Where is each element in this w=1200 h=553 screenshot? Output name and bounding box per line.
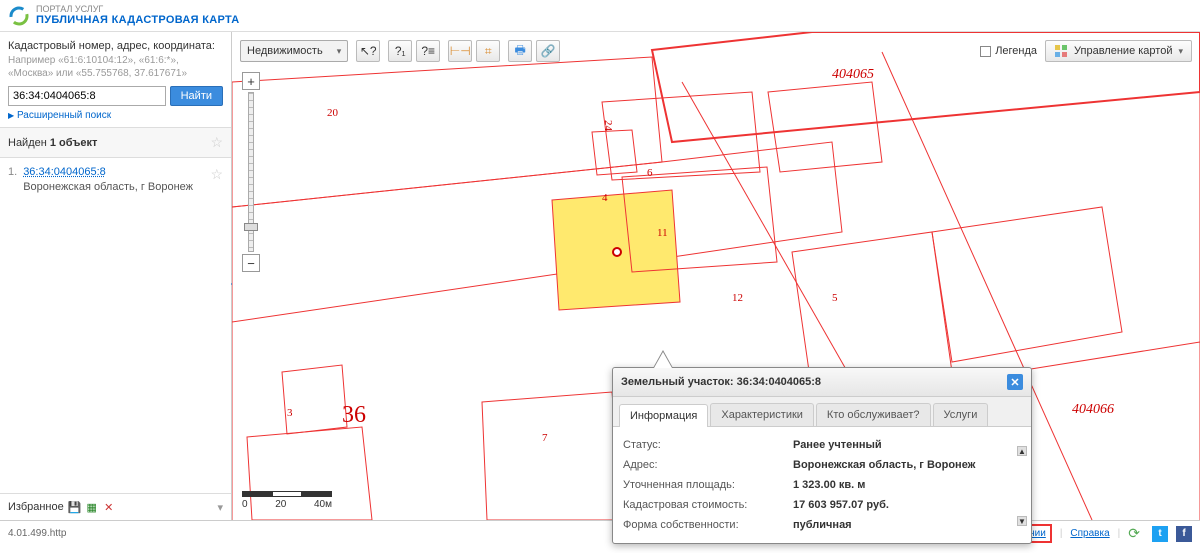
favorites-bar: Избранное 💾 ▦ ✕ ▾: [0, 493, 231, 520]
save-icon[interactable]: 💾: [68, 500, 82, 514]
tab-characteristics[interactable]: Характеристики: [710, 403, 814, 426]
chevron-down-icon: ▾: [1178, 46, 1183, 57]
measure-length-icon[interactable]: ⊢⊣: [448, 40, 472, 62]
favorites-label: Избранное: [8, 501, 64, 513]
logo[interactable]: ПОРТАЛ УСЛУГ ПУБЛИЧНАЯ КАДАСТРОВАЯ КАРТА: [8, 5, 240, 27]
checkbox-icon: [980, 46, 991, 57]
scroll-up-icon[interactable]: ▲: [1017, 446, 1027, 456]
export-excel-icon[interactable]: ▦: [85, 500, 99, 514]
logo-icon: [8, 5, 30, 27]
parcel-label: 11: [657, 227, 668, 239]
parcel-label: 12: [732, 292, 743, 304]
star-icon[interactable]: ☆: [210, 166, 223, 193]
map-viewport[interactable]: 36 404065 404066 34 20 3 4 24 6 11 7 12 …: [232, 32, 1200, 520]
result-address: Воронежская область, г Воронеж: [23, 181, 204, 193]
result-item[interactable]: 1. 36:34:0404065:8 Воронежская область, …: [8, 166, 223, 193]
popup-body[interactable]: Статус:Ранее учтенный Адрес:Воронежская …: [613, 427, 1031, 543]
link-icon[interactable]: 🔗: [536, 40, 560, 62]
zoom-out-button[interactable]: −: [242, 254, 260, 272]
block-label: 404065: [832, 67, 874, 83]
result-number: 1.: [8, 166, 17, 193]
delete-icon[interactable]: ✕: [102, 500, 116, 514]
star-icon[interactable]: ☆: [210, 134, 223, 151]
search-input[interactable]: [8, 86, 166, 106]
layers-icon: [1054, 44, 1068, 58]
app-header: ПОРТАЛ УСЛУГ ПУБЛИЧНАЯ КАДАСТРОВАЯ КАРТА: [0, 0, 1200, 32]
measure-area-icon[interactable]: ⌗: [476, 40, 500, 62]
footer-link-help[interactable]: Справка: [1070, 528, 1109, 539]
scale-bar: 0 20 40м: [242, 491, 332, 510]
parcel-label: 3: [287, 407, 293, 419]
parcel-label: 7: [542, 432, 548, 444]
parcel-label: 5: [832, 292, 838, 304]
popup-title: Земельный участок: 36:34:0404065:8: [621, 376, 821, 388]
search-hint: Например «61:6:10104:12», «61:6:*», «Мос…: [8, 54, 223, 80]
twitter-icon[interactable]: t: [1152, 526, 1168, 542]
info-list-tool-icon[interactable]: ?≡: [416, 40, 440, 62]
results-header: Найден 1 объект ☆: [0, 128, 231, 158]
info-tool-icon[interactable]: ?₁: [388, 40, 412, 62]
zoom-in-button[interactable]: +: [242, 72, 260, 90]
parcel-label: 6: [647, 167, 653, 179]
tab-services[interactable]: Услуги: [933, 403, 989, 426]
legend-toggle[interactable]: Легенда: [980, 45, 1037, 57]
result-link[interactable]: 36:34:0404065:8: [23, 166, 106, 178]
chevron-down-icon[interactable]: ▾: [217, 501, 223, 514]
search-panel: Кадастровый номер, адрес, координата: На…: [0, 32, 231, 128]
version-label: 4.01.499.http: [8, 528, 66, 539]
scroll-down-icon[interactable]: ▼: [1017, 516, 1027, 526]
search-button[interactable]: Найти: [170, 86, 223, 106]
popup-tabs: Информация Характеристики Кто обслуживае…: [613, 397, 1031, 427]
layers-button[interactable]: Управление картой ▾: [1045, 40, 1192, 62]
sidebar: Кадастровый номер, адрес, координата: На…: [0, 32, 232, 520]
advanced-search-link[interactable]: Расширенный поиск: [17, 110, 111, 121]
results-list: 1. 36:34:0404065:8 Воронежская область, …: [0, 158, 231, 493]
parcel-popup: Земельный участок: 36:34:0404065:8 ✕ Инф…: [612, 367, 1032, 544]
district-label: 36: [342, 402, 366, 429]
parcel-label: 20: [327, 107, 338, 119]
chevron-right-icon: ▶: [8, 111, 14, 120]
parcel-label: 4: [602, 192, 608, 204]
refresh-icon[interactable]: ⟳: [1128, 525, 1140, 542]
logo-subtitle: ПОРТАЛ УСЛУГ: [36, 5, 240, 15]
pointer-tool-icon[interactable]: ↖?: [356, 40, 380, 62]
close-icon[interactable]: ✕: [1007, 374, 1023, 390]
popup-pointer-icon: [653, 350, 673, 368]
parcel-label: 24: [602, 120, 614, 131]
print-icon[interactable]: 🖶: [508, 40, 532, 62]
layer-dropdown[interactable]: Недвижимость ▾: [240, 40, 348, 62]
block-label: 404066: [1072, 402, 1114, 418]
tab-info[interactable]: Информация: [619, 404, 708, 427]
zoom-handle[interactable]: [244, 223, 258, 231]
facebook-icon[interactable]: f: [1176, 526, 1192, 542]
map-toolbar: Недвижимость ▾ ↖? ?₁ ?≡ ⊢⊣ ⌗ 🖶 🔗 Легенда: [240, 40, 1192, 62]
zoom-slider[interactable]: [248, 92, 254, 252]
chevron-down-icon: ▾: [337, 46, 342, 57]
tab-service[interactable]: Кто обслуживает?: [816, 403, 931, 426]
zoom-control: + −: [242, 72, 260, 272]
logo-title: ПУБЛИЧНАЯ КАДАСТРОВАЯ КАРТА: [36, 14, 240, 26]
search-label: Кадастровый номер, адрес, координата:: [8, 40, 223, 52]
